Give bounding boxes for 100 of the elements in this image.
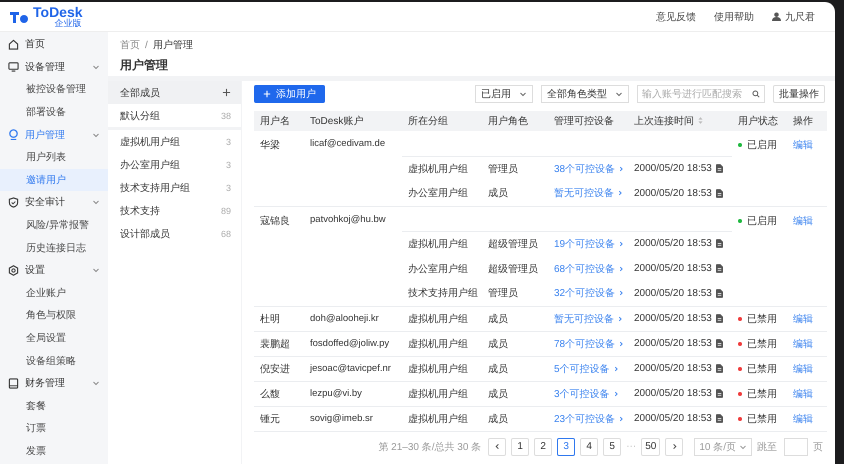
page-button[interactable]: 4 xyxy=(580,438,598,456)
document-icon[interactable] xyxy=(716,264,723,273)
group-item[interactable]: 全部成员 xyxy=(108,81,241,104)
document-icon[interactable] xyxy=(716,364,723,373)
nav-subitem[interactable]: 历史连接日志 xyxy=(0,236,108,259)
document-icon[interactable] xyxy=(716,414,723,423)
user-name[interactable]: 九尺君 xyxy=(785,10,815,24)
nav-subitem[interactable]: 订票 xyxy=(0,417,108,440)
role-cell: 成员 xyxy=(488,188,508,200)
time-cell: 2000/05/20 18:53 xyxy=(634,188,712,199)
nav-subitem[interactable]: 部署设备 xyxy=(0,100,108,124)
nav-subitem[interactable]: 风险/异常报警 xyxy=(0,214,108,236)
nav-subitem[interactable]: 全局设置 xyxy=(0,326,108,350)
edit-link[interactable]: 编辑 xyxy=(793,216,813,226)
page-jump-field[interactable] xyxy=(784,438,808,456)
edit-link[interactable]: 编辑 xyxy=(793,338,813,350)
document-icon[interactable] xyxy=(716,239,723,248)
nav-item[interactable]: 设备管理 xyxy=(0,56,108,78)
chevron-icon xyxy=(92,379,100,388)
nav-subitem[interactable]: 设备组策略 xyxy=(0,349,108,372)
edit-link[interactable]: 编辑 xyxy=(793,364,813,374)
page-button[interactable]: 3 xyxy=(557,438,576,456)
role-cell: 成员 xyxy=(488,364,508,374)
breadcrumb-link[interactable]: 用户管理 xyxy=(152,38,193,52)
status-text: 已禁用 xyxy=(747,312,777,326)
edit-link[interactable]: 编辑 xyxy=(793,388,813,400)
column-header: ToDesk账户 xyxy=(304,111,402,131)
edit-link[interactable]: 编辑 xyxy=(793,414,813,424)
status-select[interactable]: 已启用 xyxy=(475,85,533,103)
document-icon[interactable] xyxy=(716,339,723,348)
document-icon[interactable] xyxy=(716,389,723,398)
column-header: 操作 xyxy=(787,111,827,131)
group-item[interactable]: 虚拟机用户组 3 xyxy=(108,130,241,153)
nav-subitem[interactable]: 企业账户 xyxy=(0,282,108,304)
devices-link[interactable]: 5个可控设备 xyxy=(554,362,619,376)
group-item[interactable]: 技术支持 89 xyxy=(108,199,241,222)
chevron-right-icon xyxy=(618,166,624,172)
breadcrumb-link[interactable]: 首页 xyxy=(120,38,140,52)
document-icon[interactable] xyxy=(716,288,723,298)
page-button[interactable]: 5 xyxy=(603,438,622,456)
role-cell: 超级管理员 xyxy=(488,264,538,274)
devices-link[interactable]: 32个可控设备 xyxy=(554,286,624,300)
jump-suffix: 页 xyxy=(813,440,823,454)
role-select[interactable]: 全部角色类型 xyxy=(541,85,629,103)
account-cell: doh@alooheji.kr xyxy=(310,313,379,324)
user-name-cell: 裴鹏超 xyxy=(260,338,290,350)
role-cell: 成员 xyxy=(488,338,508,350)
document-icon[interactable] xyxy=(716,164,723,174)
nav-subitem[interactable]: 发票 xyxy=(0,440,108,462)
group-cell: 技术支持用户组 xyxy=(408,288,478,300)
search-field[interactable]: 输入账号进行匹配搜索 xyxy=(637,85,765,103)
nav-subitem[interactable]: 套餐 xyxy=(0,394,108,418)
devices-link[interactable]: 78个可控设备 xyxy=(554,336,624,350)
page-button[interactable]: 2 xyxy=(534,438,552,456)
page-button[interactable]: 1 xyxy=(511,438,530,456)
nav-item[interactable]: 安全审计 xyxy=(0,191,108,214)
role-cell: 成员 xyxy=(488,414,508,424)
nav-item[interactable]: 财务管理 xyxy=(0,372,108,394)
group-cell: 虚拟机用户组 xyxy=(408,164,468,175)
devices-link[interactable]: 68个可控设备 xyxy=(554,262,624,276)
column-header: 用户名 xyxy=(254,111,304,131)
batch-action-button[interactable]: 批量操作 xyxy=(773,85,825,103)
chevron-right-icon xyxy=(617,316,623,322)
group-item[interactable]: 办公室用户组 3 xyxy=(108,153,241,176)
devices-link[interactable]: 暂无可控设备 xyxy=(554,186,623,200)
account-cell: jesoac@tavicpef.nr xyxy=(310,363,391,374)
nav-item[interactable]: 设置 xyxy=(0,258,108,282)
group-count: 89 xyxy=(220,206,231,216)
devices-link[interactable]: 暂无可控设备 xyxy=(554,312,623,326)
group-item[interactable]: 设计部成员 68 xyxy=(108,222,241,245)
document-icon[interactable] xyxy=(716,188,723,198)
document-icon[interactable] xyxy=(716,314,723,323)
add-user-button[interactable]: 添加用户 xyxy=(254,85,325,103)
chevron-icon xyxy=(92,62,100,71)
page-button[interactable]: 50 xyxy=(641,438,660,456)
nav-subitem[interactable]: 被控设备管理 xyxy=(0,78,108,101)
nav-subitem[interactable]: 角色与权限 xyxy=(0,304,108,327)
chevron-right-icon xyxy=(618,266,624,272)
header-link[interactable]: 使用帮助 xyxy=(714,10,754,24)
nav-subitem[interactable]: 邀请用户 xyxy=(0,168,108,192)
edit-link[interactable]: 编辑 xyxy=(793,314,813,324)
devices-link[interactable]: 23个可控设备 xyxy=(554,412,624,426)
group-name: 虚拟机用户组 xyxy=(120,136,180,148)
devices-link[interactable]: 19个可控设备 xyxy=(554,236,624,251)
header-link[interactable]: 意见反馈 xyxy=(656,10,696,24)
group-item[interactable]: 技术支持用户组 3 xyxy=(108,176,241,199)
group-cell: 虚拟机用户组 xyxy=(408,338,468,350)
group-cell: 虚拟机用户组 xyxy=(408,238,468,250)
status-text: 已启用 xyxy=(747,138,777,152)
devices-link[interactable]: 3个可控设备 xyxy=(554,386,619,400)
nav-subitem[interactable]: 用户列表 xyxy=(0,146,108,169)
devices-link[interactable]: 38个可控设备 xyxy=(554,162,624,176)
edit-link[interactable]: 编辑 xyxy=(793,140,813,151)
nav-item[interactable]: 首页 xyxy=(0,33,108,56)
role-cell: 管理员 xyxy=(488,164,518,175)
nav-item[interactable]: 用户管理 xyxy=(0,123,108,146)
time-cell: 2000/05/20 18:53 xyxy=(634,163,712,174)
account-cell: fosdoffed@joliw.py xyxy=(310,338,390,349)
plus-icon[interactable] xyxy=(222,88,231,97)
group-name: 设计部成员 xyxy=(120,228,170,240)
